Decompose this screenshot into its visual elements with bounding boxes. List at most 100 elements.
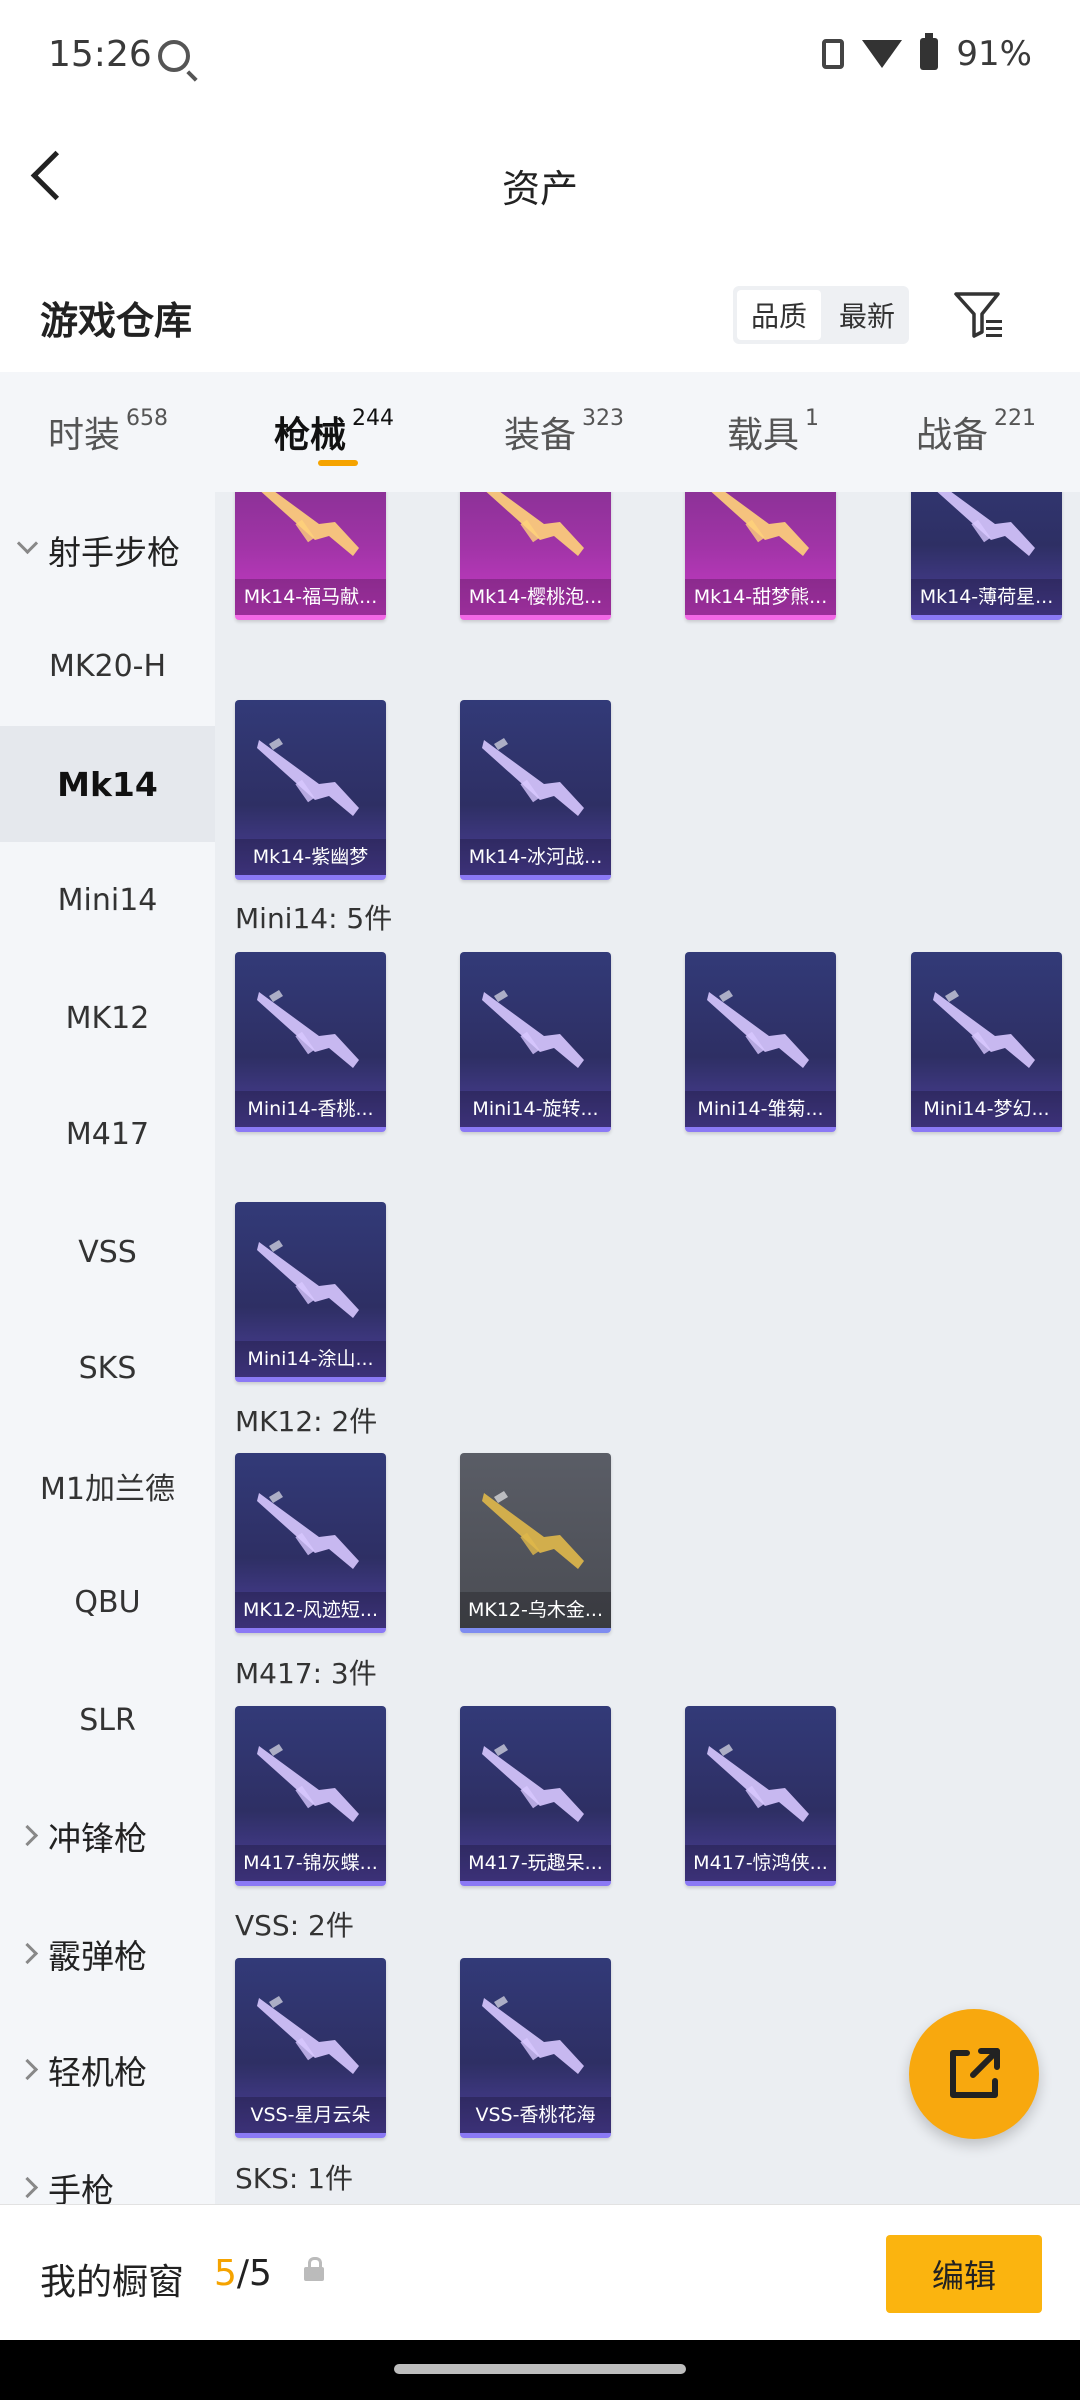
- status-bar: 15:26 91%: [0, 0, 1080, 110]
- weapon-skin-card[interactable]: Mini14-涂山...: [235, 1202, 386, 1382]
- sidebar-item-vss[interactable]: VSS: [0, 1194, 215, 1310]
- sidebar-item-m1-garand[interactable]: M1加兰德: [0, 1428, 215, 1544]
- weapon-skin-card[interactable]: MK12-风迹短...: [235, 1453, 386, 1633]
- weapon-skin-image: [937, 492, 1035, 556]
- edit-button[interactable]: 编辑: [886, 2235, 1042, 2313]
- weapon-skin-image: [711, 492, 809, 556]
- weapon-skin-card[interactable]: VSS-星月云朵: [235, 1958, 386, 2138]
- sidebar-item-mini14[interactable]: Mini14: [0, 842, 215, 958]
- weapon-skin-name: Mini14-雏菊...: [685, 1091, 836, 1127]
- weapon-skin-image: [261, 492, 359, 556]
- weapon-section-label: VSS: 2件: [235, 1909, 354, 1942]
- wifi-icon: [862, 40, 903, 68]
- weapon-grid: Mk14-福马献... Mk14-樱桃泡... Mk14-甜梦熊... Mk14-薄荷…: [215, 492, 1080, 2204]
- battery-level: 91%: [956, 34, 1032, 74]
- tab-label: 时装: [48, 415, 121, 456]
- weapon-skin-image: [933, 990, 1035, 1068]
- external-link-icon: [950, 2048, 1000, 2098]
- weapon-skin-image: [257, 1491, 359, 1569]
- weapon-skin-name: M417-玩趣呆...: [460, 1845, 611, 1881]
- lock-icon: [304, 2257, 324, 2281]
- weapon-skin-name: Mk14-福马献...: [235, 579, 386, 615]
- weapon-skin-card[interactable]: M417-锦灰蝶...: [235, 1706, 386, 1886]
- weapon-section-label: MK12: 2件: [235, 1405, 378, 1438]
- sidebar-item-qbu[interactable]: QBU: [0, 1544, 215, 1660]
- sidebar-category-smg[interactable]: 冲锋枪: [0, 1778, 215, 1894]
- sidebar-item-m417[interactable]: M417: [0, 1076, 215, 1192]
- weapon-skin-card[interactable]: Mini14-雏菊...: [685, 952, 836, 1132]
- weapon-skin-card[interactable]: Mk14-甜梦熊...: [685, 492, 836, 620]
- weapon-skin-image: [482, 1491, 584, 1569]
- weapon-skin-card[interactable]: Mk14-福马献...: [235, 492, 386, 620]
- weapon-sidebar: 射手步枪 MK20-H Mk14 Mini14 MK12 M417 VSS SK…: [0, 492, 215, 2204]
- weapon-skin-name: Mk14-薄荷星...: [911, 579, 1062, 615]
- chevron-right-icon: [16, 1942, 39, 1965]
- weapon-skin-name: Mini14-梦幻...: [911, 1091, 1062, 1127]
- tab-vehicles[interactable]: 载具 1: [727, 372, 819, 492]
- sidebar-item-mk12[interactable]: MK12: [0, 960, 215, 1076]
- weapon-skin-card[interactable]: Mini14-香桃...: [235, 952, 386, 1132]
- weapon-skin-card[interactable]: VSS-香桃花海: [460, 1958, 611, 2138]
- weapon-skin-name: M417-锦灰蝶...: [235, 1845, 386, 1881]
- tab-count: 1: [805, 405, 820, 431]
- chevron-right-icon: [16, 1824, 39, 1847]
- sidebar-category-shotgun[interactable]: 霰弹枪: [0, 1896, 215, 2012]
- warehouse-title: 游戏仓库: [40, 299, 193, 343]
- tab-count: 244: [352, 405, 395, 431]
- weapon-skin-name: M417-惊鸿侠...: [685, 1845, 836, 1881]
- weapon-skin-image: [486, 492, 584, 556]
- weapon-skin-name: VSS-香桃花海: [460, 2097, 611, 2133]
- weapon-skin-image: [482, 738, 584, 816]
- sidebar-item-sks[interactable]: SKS: [0, 1310, 215, 1426]
- sidebar-category-label: 冲锋枪: [48, 1819, 147, 1858]
- sidebar-item-slr[interactable]: SLR: [0, 1662, 215, 1778]
- weapon-skin-name: Mini14-香桃...: [235, 1091, 386, 1127]
- tab-label: 枪械: [274, 415, 347, 456]
- weapon-skin-name: Mk14-紫幽梦: [235, 839, 386, 875]
- weapon-skin-card[interactable]: Mini14-梦幻...: [911, 952, 1062, 1132]
- weapon-skin-name: MK12-风迹短...: [235, 1592, 386, 1628]
- weapon-skin-card[interactable]: MK12-乌木金...: [460, 1453, 611, 1633]
- home-gesture-handle[interactable]: [394, 2364, 686, 2374]
- tab-fashion[interactable]: 时装 658: [48, 372, 168, 492]
- status-icons: 91%: [822, 33, 1032, 74]
- tab-equipment[interactable]: 装备 323: [504, 372, 624, 492]
- filter-icon[interactable]: [952, 288, 1006, 342]
- showcase-separator: /: [236, 2253, 250, 2294]
- vibrate-icon: [822, 39, 845, 69]
- warehouse-header: 游戏仓库 品质 最新: [0, 260, 1080, 372]
- weapon-skin-card[interactable]: Mk14-紫幽梦: [235, 700, 386, 880]
- weapon-skin-card[interactable]: M417-玩趣呆...: [460, 1706, 611, 1886]
- weapon-skin-card[interactable]: Mk14-樱桃泡...: [460, 492, 611, 620]
- sort-latest-option[interactable]: 最新: [825, 286, 909, 344]
- sidebar-category-label: 手枪: [48, 2171, 114, 2204]
- weapon-skin-card[interactable]: Mini14-旋转...: [460, 952, 611, 1132]
- showcase-current: 5: [214, 2253, 237, 2294]
- weapon-skin-image: [707, 1744, 809, 1822]
- weapon-skin-card[interactable]: M417-惊鸿侠...: [685, 1706, 836, 1886]
- sidebar-category-marksman-rifles[interactable]: 射手步枪: [0, 492, 215, 608]
- sidebar-category-pistol[interactable]: 手枪: [0, 2130, 215, 2204]
- weapon-skin-name: Mk14-樱桃泡...: [460, 579, 611, 615]
- weapon-skin-name: VSS-星月云朵: [235, 2097, 386, 2133]
- sidebar-item-mk14[interactable]: Mk14: [0, 726, 215, 842]
- sidebar-item-mk20h[interactable]: MK20-H: [0, 608, 215, 724]
- weapon-skin-image: [257, 1996, 359, 2074]
- weapon-skin-image: [707, 990, 809, 1068]
- tab-label: 载具: [727, 415, 800, 456]
- tab-battle-supplies[interactable]: 战备 221: [916, 372, 1036, 492]
- tab-label: 战备: [916, 415, 989, 456]
- weapon-skin-name: Mk14-冰河战...: [460, 839, 611, 875]
- weapon-skin-card[interactable]: Mk14-薄荷星...: [911, 492, 1062, 620]
- sidebar-category-lmg[interactable]: 轻机枪: [0, 2012, 215, 2128]
- tab-count: 323: [582, 405, 625, 431]
- weapon-skin-image: [257, 1240, 359, 1318]
- chevron-right-icon: [16, 2176, 39, 2199]
- weapon-skin-name: Mini14-旋转...: [460, 1091, 611, 1127]
- sort-quality-option[interactable]: 品质: [737, 290, 821, 340]
- weapon-skin-name: Mini14-涂山...: [235, 1341, 386, 1377]
- tab-firearms[interactable]: 枪械 244: [274, 372, 394, 492]
- weapon-skin-card[interactable]: Mk14-冰河战...: [460, 700, 611, 880]
- sidebar-category-label: 轻机枪: [48, 2053, 147, 2092]
- share-fab[interactable]: [909, 2009, 1039, 2139]
